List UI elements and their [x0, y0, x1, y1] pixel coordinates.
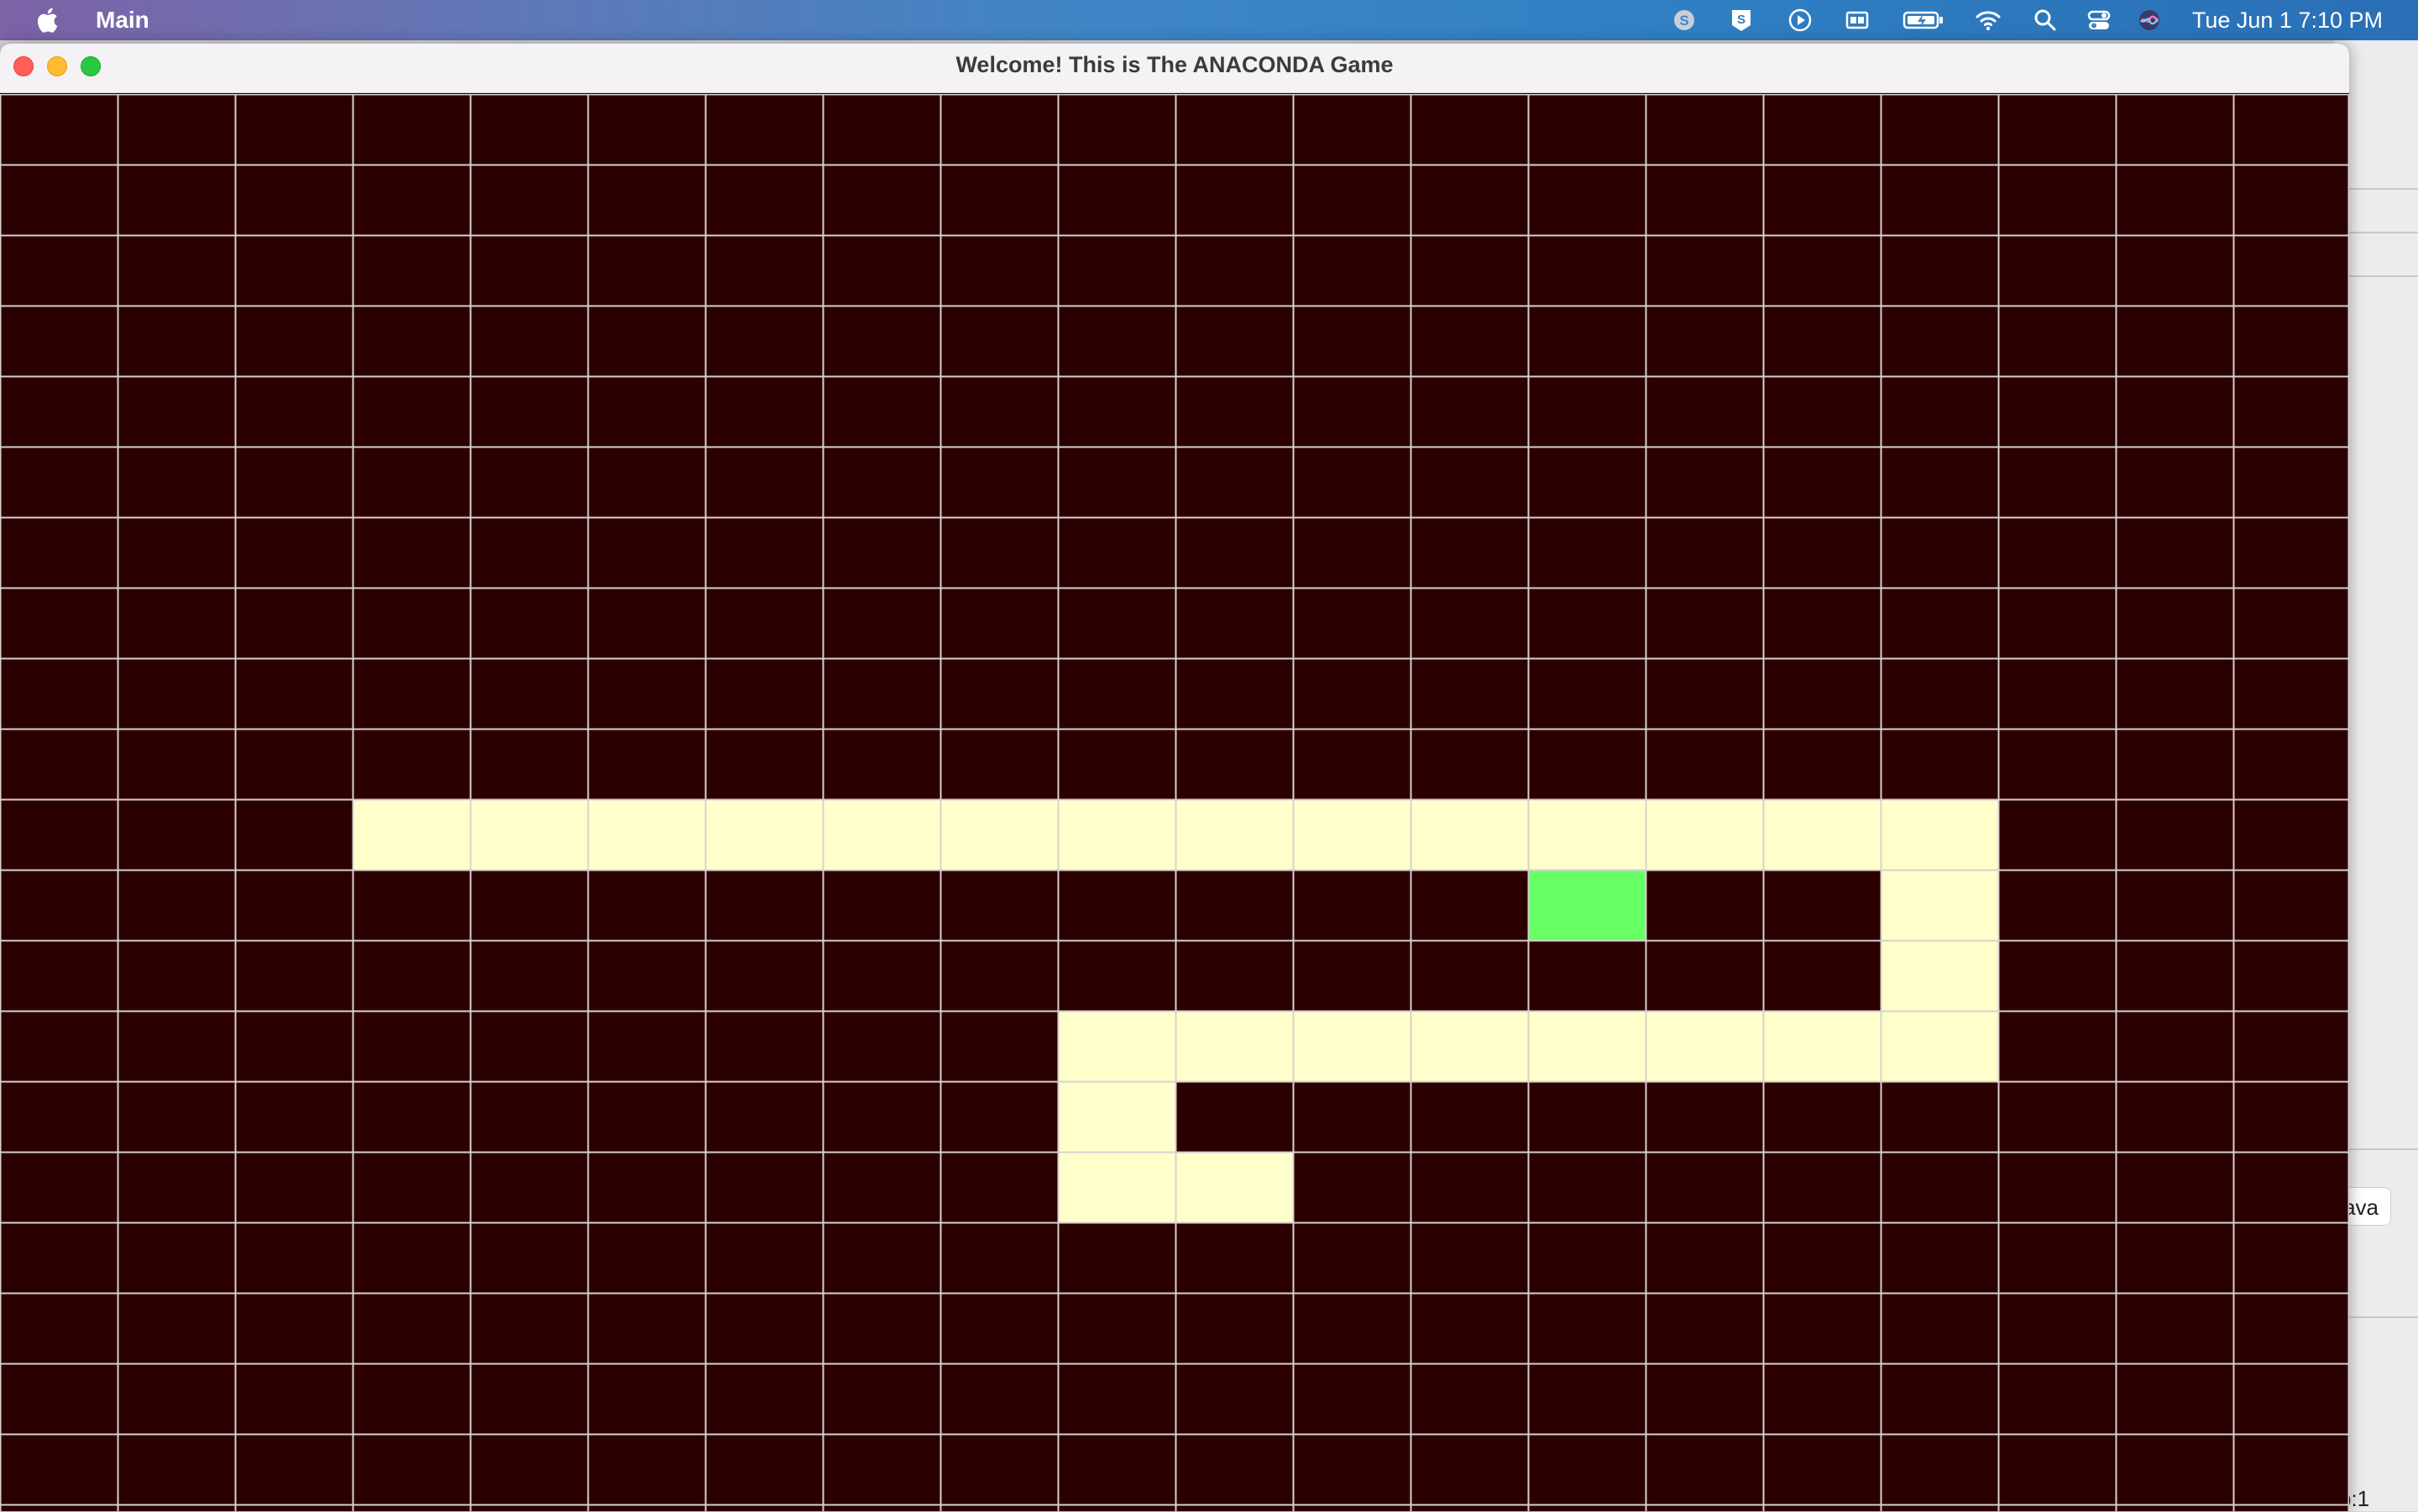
window-titlebar[interactable]: Welcome! This is The ANACONDA Game — [0, 44, 2349, 93]
apple-icon[interactable] — [34, 5, 64, 35]
siri-icon[interactable] — [2136, 7, 2163, 34]
snake-segment — [1058, 1011, 1175, 1081]
snake-segment — [1410, 799, 1528, 870]
snake-segment — [1763, 1011, 1881, 1081]
snake-segment — [823, 799, 940, 870]
snake-segment — [1058, 799, 1175, 870]
snake-segment — [1293, 1011, 1410, 1081]
snake-segment — [1881, 940, 1998, 1011]
svg-text:S: S — [1737, 13, 1745, 27]
game-window: Welcome! This is The ANACONDA Game — [0, 44, 2349, 1511]
snake-segment — [940, 799, 1058, 870]
food-cell — [1528, 870, 1646, 940]
snake-segment — [1058, 1081, 1175, 1152]
menu-bar: Main S S Tue Jun 1 7:10 PM — [0, 0, 2418, 40]
snake-segment — [1410, 1011, 1528, 1081]
game-grid — [0, 94, 2349, 1511]
s-app-icon[interactable]: S — [1728, 7, 1755, 34]
spotlight-icon[interactable] — [2032, 7, 2059, 34]
skype-icon[interactable]: S — [1671, 7, 1698, 34]
control-center-icon[interactable] — [2086, 7, 2112, 34]
snake-segment — [1528, 1011, 1646, 1081]
window-title: Welcome! This is The ANACONDA Game — [955, 52, 1394, 77]
close-button[interactable] — [13, 56, 34, 76]
snake-segment — [1646, 799, 1763, 870]
play-icon[interactable] — [1787, 7, 1814, 34]
svg-text:S: S — [1679, 13, 1688, 29]
snake-segment — [1881, 799, 1998, 870]
app-menu[interactable]: Main — [96, 7, 149, 34]
snake-segment — [470, 799, 588, 870]
minimize-button[interactable] — [47, 56, 67, 76]
snake-segment — [1881, 870, 1998, 940]
snake-segment — [1646, 1011, 1763, 1081]
snake-segment — [1528, 799, 1646, 870]
snake-segment — [1175, 1011, 1293, 1081]
snake-segment — [1881, 1011, 1998, 1081]
game-board[interactable] — [0, 94, 2349, 1511]
snake-segment — [705, 799, 823, 870]
snake-segment — [588, 799, 705, 870]
battery-icon[interactable] — [1902, 7, 1944, 34]
menu-bar-clock[interactable]: Tue Jun 1 7:10 PM — [2192, 7, 2383, 34]
display-icon[interactable] — [1844, 7, 1871, 34]
snake-segment — [1293, 799, 1410, 870]
wifi-icon[interactable] — [1975, 7, 2002, 34]
snake-segment — [1058, 1152, 1175, 1222]
snake-segment — [1175, 799, 1293, 870]
snake-tail-segment — [353, 799, 470, 870]
zoom-button[interactable] — [81, 56, 101, 76]
snake-head-segment — [1175, 1152, 1293, 1222]
snake-segment — [1763, 799, 1881, 870]
